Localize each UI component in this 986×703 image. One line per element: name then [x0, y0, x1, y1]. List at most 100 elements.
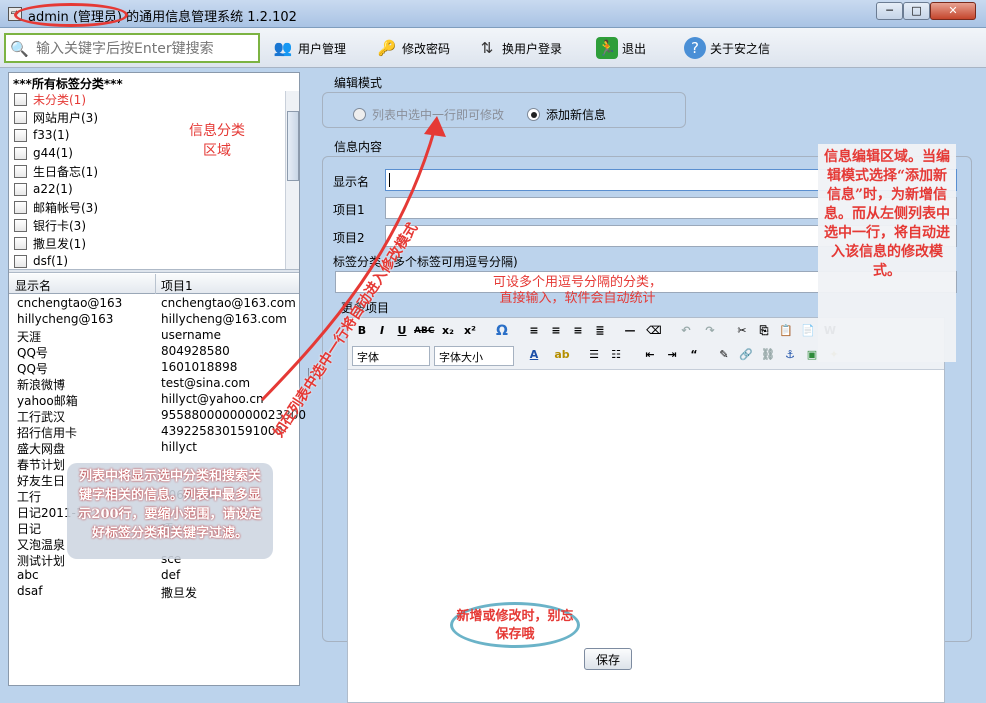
table-row[interactable]: 工行武汉 9558800000000023300	[9, 407, 306, 424]
align-right-icon[interactable]: ≡	[568, 322, 588, 340]
paste-text-icon[interactable]: 📄	[798, 322, 818, 340]
source-edit-icon[interactable]: ✎	[714, 346, 734, 364]
search-input[interactable]	[36, 39, 256, 59]
maximize-button[interactable]: □	[903, 2, 930, 20]
highlight-icon[interactable]: ab	[552, 346, 572, 364]
mode-modify-radio[interactable]: 列表中选中一行即可修改	[353, 106, 504, 123]
numbered-list-icon[interactable]: ☷	[606, 346, 626, 364]
copy-icon[interactable]: ⎘	[754, 322, 774, 340]
row-item1: 撒旦发	[161, 586, 198, 600]
category-checkbox[interactable]	[14, 200, 27, 214]
unlink-icon[interactable]: ⛓	[758, 346, 778, 364]
text-color-icon[interactable]: A	[524, 346, 544, 364]
subscript-icon[interactable]: x₂	[438, 322, 458, 340]
bullet-list-icon[interactable]: ☰	[584, 346, 604, 364]
category-checkbox[interactable]	[14, 146, 27, 160]
category-label: dsf(1)	[33, 254, 69, 268]
outdent-icon[interactable]: ⇤	[640, 346, 660, 364]
about-button[interactable]: ? 关于安之信	[684, 34, 770, 62]
special-char-icon[interactable]: Ω	[492, 322, 512, 340]
align-left-icon[interactable]: ≡	[524, 322, 544, 340]
category-checkbox[interactable]	[14, 218, 27, 232]
font-select[interactable]: 字体	[352, 346, 430, 366]
list-note: 列表中将显示选中分类和搜索关键字相关的信息。列表中最多显示200行，要缩小范围，…	[67, 463, 273, 559]
edit-area-note: 信息编辑区域。当编辑模式选择“添加新信息”时，为新增信息。而从左侧列表中选中一行…	[818, 144, 956, 362]
anchor-icon[interactable]: ⚓	[780, 346, 800, 364]
row-display-name: hillycheng@163	[17, 312, 114, 326]
switch-user-label: 换用户登录	[502, 41, 563, 56]
exit-button[interactable]: 🏃 退出	[596, 34, 646, 62]
table-row[interactable]: yahoo邮箱 hillyct@yahoo.cn	[9, 391, 299, 408]
indent-icon[interactable]: ⇥	[662, 346, 682, 364]
table-row[interactable]: cnchengtao@163 cnchengtao@163.com	[9, 295, 299, 311]
category-area-note-line2: 区域	[203, 143, 231, 159]
horizontal-rule-icon[interactable]: —	[620, 322, 640, 340]
table-row[interactable]: 招行信用卡 4392258301591000	[9, 423, 299, 440]
table-row[interactable]: abc def	[9, 567, 299, 583]
category-checkbox[interactable]	[14, 110, 27, 124]
category-checkbox[interactable]	[14, 182, 27, 196]
category-checkbox[interactable]	[14, 92, 27, 106]
user-management-button[interactable]: 👥 用户管理	[272, 34, 346, 62]
mode-add-radio[interactable]: 添加新信息	[527, 106, 606, 123]
category-area-note-line1: 信息分类	[189, 123, 245, 139]
table-row[interactable]: QQ号 804928580	[9, 343, 299, 360]
align-center-icon[interactable]: ≡	[546, 322, 566, 340]
category-item[interactable]: 未分类(1)	[9, 90, 285, 108]
category-item[interactable]: 撒旦发(1)	[9, 234, 285, 252]
underline-icon[interactable]: U	[392, 322, 412, 340]
category-checkbox[interactable]	[14, 254, 27, 268]
category-scrollbar[interactable]	[285, 91, 299, 269]
minimize-button[interactable]: ─	[876, 2, 903, 20]
category-item[interactable]: dsf(1)	[9, 252, 285, 269]
font-size-select[interactable]: 字体大小	[434, 346, 514, 366]
cut-icon[interactable]: ✂	[732, 322, 752, 340]
category-scroll-thumb[interactable]	[287, 111, 299, 181]
redo-icon[interactable]: ↷	[700, 322, 720, 340]
tags-hint: 可设多个用逗号分隔的分类， 直接输入，软件会自动统计	[493, 275, 662, 307]
row-item1: def	[161, 568, 181, 582]
undo-icon[interactable]: ↶	[676, 322, 696, 340]
column-header-display-name[interactable]: 显示名	[15, 277, 51, 294]
change-password-label: 修改密码	[402, 41, 451, 56]
save-button[interactable]: 保存	[584, 648, 632, 670]
tags-hint-line2: 直接输入，软件会自动统计	[499, 291, 656, 306]
row-item1: hillycheng@163.com	[161, 312, 287, 326]
panel-divider[interactable]	[9, 269, 299, 273]
superscript-icon[interactable]: x²	[460, 322, 480, 340]
table-row[interactable]: dsaf 撒旦发	[9, 583, 299, 600]
row-display-name: abc	[17, 568, 39, 582]
category-item[interactable]: 银行卡(3)	[9, 216, 285, 234]
align-justify-icon[interactable]: ≣	[590, 322, 610, 340]
table-row[interactable]: 盛大网盘 hillyct	[9, 439, 299, 456]
strikethrough-icon[interactable]: ABC	[414, 322, 434, 340]
category-item[interactable]: a22(1)	[9, 180, 285, 198]
rich-text-editor[interactable]: B I U ABC x₂ x² Ω ≡ ≡ ≡ ≣ — ⌫ ↶ ↷ ✂ ⎘ 📋 …	[347, 317, 945, 703]
mode-modify-label: 列表中选中一行即可修改	[372, 108, 505, 122]
category-label: a22(1)	[33, 182, 73, 196]
left-panel: ***所有标签分类*** 未分类(1) 网站用户(3) f33(1) g44(1) 生日…	[8, 72, 306, 686]
category-item[interactable]: 邮箱帐号(3)	[9, 198, 285, 216]
close-button[interactable]: ✕	[930, 2, 976, 20]
switch-user-button[interactable]: ⇅ 换用户登录	[476, 34, 562, 62]
link-icon[interactable]: 🔗	[736, 346, 756, 364]
blockquote-icon[interactable]: “	[684, 346, 704, 364]
row-display-name: cnchengtao@163	[17, 296, 123, 310]
italic-icon[interactable]: I	[372, 322, 392, 340]
table-row[interactable]: 天涯 username	[9, 327, 299, 344]
category-checkbox[interactable]	[14, 164, 27, 178]
category-checkbox[interactable]	[14, 236, 27, 250]
column-header-item1[interactable]: 项目1	[161, 277, 193, 294]
edit-mode-group: 列表中选中一行即可修改 添加新信息	[322, 92, 686, 128]
category-item[interactable]: 生日备忘(1)	[9, 162, 285, 180]
table-row[interactable]: hillycheng@163 hillycheng@163.com	[9, 311, 299, 327]
radio-dot	[530, 111, 537, 118]
eraser-icon[interactable]: ⌫	[644, 322, 664, 340]
paste-icon[interactable]: 📋	[776, 322, 796, 340]
table-row[interactable]: 新浪微博 test@sina.com	[9, 375, 299, 392]
row-item1: cnchengtao@163.com	[161, 296, 296, 310]
category-checkbox[interactable]	[14, 128, 27, 142]
change-password-button[interactable]: 🔑 修改密码	[376, 34, 450, 62]
category-label: 生日备忘(1)	[33, 164, 98, 179]
table-row[interactable]: QQ号 1601018898	[9, 359, 299, 376]
